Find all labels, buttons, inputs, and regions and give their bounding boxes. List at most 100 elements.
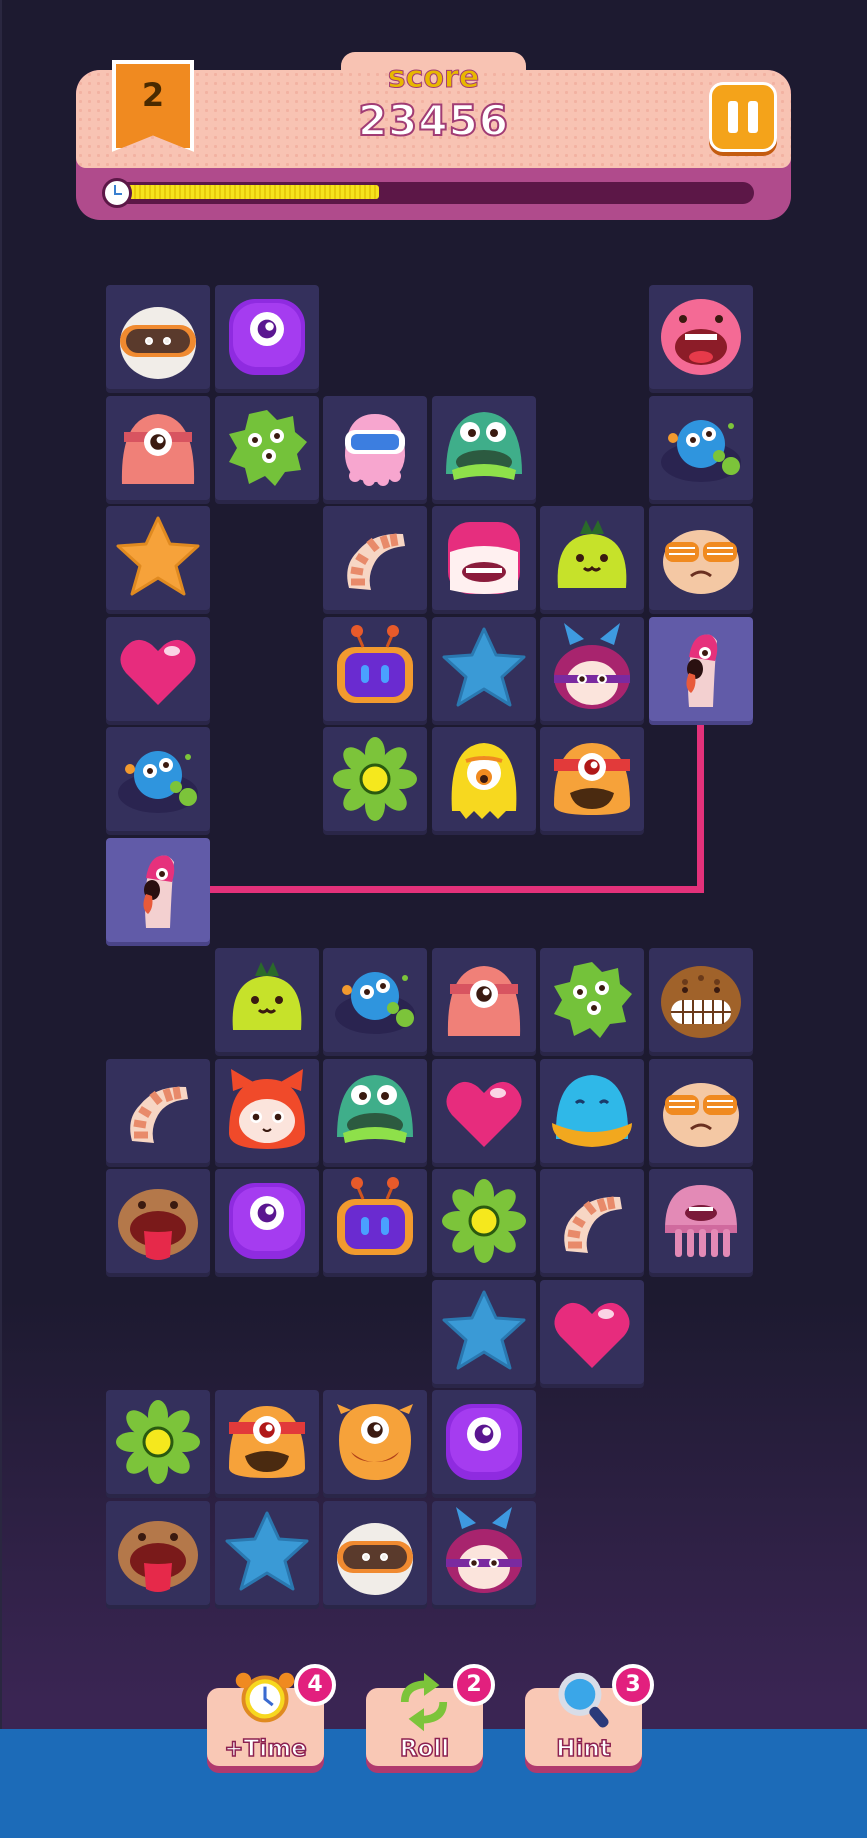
- tile[interactable]: [214, 285, 319, 389]
- tile[interactable]: [106, 1058, 210, 1163]
- sunglasses-face-icon: [662, 530, 739, 594]
- tile[interactable]: [214, 1169, 319, 1273]
- shrimp-icon: [347, 533, 405, 590]
- tile[interactable]: [431, 616, 536, 721]
- tile[interactable]: [323, 1058, 427, 1163]
- tile[interactable]: [106, 727, 210, 831]
- tile[interactable]: [431, 1500, 536, 1605]
- powerup-hint-button[interactable]: Hint 3: [525, 1664, 654, 1773]
- brown-tongue-monster-icon: [118, 1189, 198, 1260]
- magnifier-icon: [558, 1672, 609, 1728]
- tile[interactable]: [540, 727, 644, 831]
- tv-robot-icon: [337, 1177, 413, 1255]
- tile[interactable]: [431, 1390, 536, 1494]
- tile[interactable]: [540, 1279, 644, 1384]
- powerup-roll-button[interactable]: Roll 2: [366, 1664, 495, 1773]
- tile[interactable]: [431, 1279, 536, 1384]
- left-edge: [0, 0, 2, 1838]
- pink-heart-icon: [445, 1081, 522, 1147]
- tile[interactable]: [540, 948, 644, 1052]
- tile[interactable]: [106, 506, 210, 610]
- lime-sprout-blob-icon: [232, 962, 301, 1030]
- tile[interactable]: [214, 395, 319, 500]
- orange-cyclops-headband-icon: [554, 743, 630, 815]
- tile[interactable]: [540, 1058, 644, 1163]
- tile[interactable]: [540, 506, 644, 610]
- purple-cyclops-blob-icon: [228, 1183, 305, 1259]
- astronaut-monster-icon: [120, 307, 196, 379]
- level-number: 2: [141, 76, 165, 114]
- orange-star-icon: [116, 516, 200, 596]
- tile[interactable]: [106, 1500, 210, 1605]
- orange-grin-cyclops-icon: [337, 1404, 413, 1480]
- tile[interactable]: [323, 1169, 427, 1273]
- tile[interactable]: [323, 1390, 427, 1494]
- powerup-count-badge: 3: [612, 1664, 654, 1706]
- blue-star-icon: [225, 1511, 308, 1590]
- pink-shouting-blob-icon: [660, 299, 741, 375]
- game-header: score 23456 2: [76, 52, 791, 220]
- tile[interactable]: [431, 1058, 536, 1163]
- clock-icon: [102, 178, 132, 208]
- teal-zombie-blob-icon: [445, 411, 522, 480]
- pink-furry-monster-icon: [447, 522, 520, 594]
- pink-cyclops-headband-icon: [121, 413, 195, 484]
- tile[interactable]: [323, 948, 427, 1052]
- blue-bubble-germ-icon: [118, 751, 198, 813]
- tile[interactable]: [431, 506, 536, 610]
- tile[interactable]: [648, 285, 753, 389]
- orange-cyclops-headband-icon: [228, 1406, 305, 1478]
- blue-duck-blob-icon: [552, 1074, 632, 1147]
- tile[interactable]: [431, 395, 536, 500]
- tile[interactable]: [323, 395, 427, 500]
- tile[interactable]: [648, 1058, 753, 1163]
- green-flower-icon: [441, 1179, 526, 1263]
- pink-worm-icon: [685, 633, 717, 707]
- tile[interactable]: [540, 616, 644, 721]
- powerup-time-button[interactable]: +Time 4: [207, 1664, 336, 1773]
- pink-heart-icon: [554, 1302, 630, 1368]
- tile[interactable]: [648, 1169, 753, 1273]
- tile[interactable]: [648, 395, 753, 500]
- yellow-cyclops-icon: [451, 743, 516, 819]
- tile[interactable]: [323, 616, 427, 721]
- blue-bubble-germ-icon: [660, 419, 741, 482]
- tile[interactable]: [214, 948, 319, 1052]
- tile[interactable]: [106, 285, 210, 389]
- purple-bunny-hood-icon: [445, 1506, 522, 1593]
- pink-goggle-octopus-icon: [345, 413, 405, 486]
- tile[interactable]: [106, 1169, 210, 1273]
- purple-cyclops-blob-icon: [445, 1404, 522, 1480]
- tile[interactable]: [323, 727, 427, 831]
- tile[interactable]: [431, 948, 536, 1052]
- blue-star-icon: [442, 1290, 525, 1369]
- selected-tile[interactable]: [106, 837, 210, 942]
- tile[interactable]: [648, 948, 753, 1052]
- tile[interactable]: [323, 1500, 427, 1605]
- pink-jellyfish-icon: [664, 1185, 737, 1257]
- tile[interactable]: [214, 1058, 319, 1163]
- powerup-count-badge: 2: [453, 1664, 495, 1706]
- green-flower-icon: [116, 1400, 200, 1484]
- tile[interactable]: [648, 506, 753, 610]
- tile[interactable]: [214, 1500, 319, 1605]
- tile[interactable]: [106, 395, 210, 500]
- shrimp-icon: [130, 1085, 188, 1143]
- tile[interactable]: [106, 616, 210, 721]
- green-germ-icon: [554, 962, 632, 1038]
- tile[interactable]: [431, 1169, 536, 1273]
- pink-worm-icon: [143, 854, 175, 928]
- brown-grin-monster-icon: [660, 966, 741, 1038]
- tv-robot-icon: [337, 624, 413, 703]
- pause-button[interactable]: [709, 82, 777, 152]
- tile[interactable]: [106, 1390, 210, 1494]
- connection-path-segment: [154, 886, 704, 893]
- pause-icon-bar: [748, 101, 758, 133]
- tile[interactable]: [431, 727, 536, 831]
- selected-tile[interactable]: [648, 616, 753, 721]
- shuffle-arrows-icon: [400, 1672, 448, 1732]
- tile[interactable]: [323, 506, 427, 610]
- tile[interactable]: [214, 1390, 319, 1494]
- tile[interactable]: [540, 1169, 644, 1273]
- red-fox-hood-icon: [228, 1068, 305, 1149]
